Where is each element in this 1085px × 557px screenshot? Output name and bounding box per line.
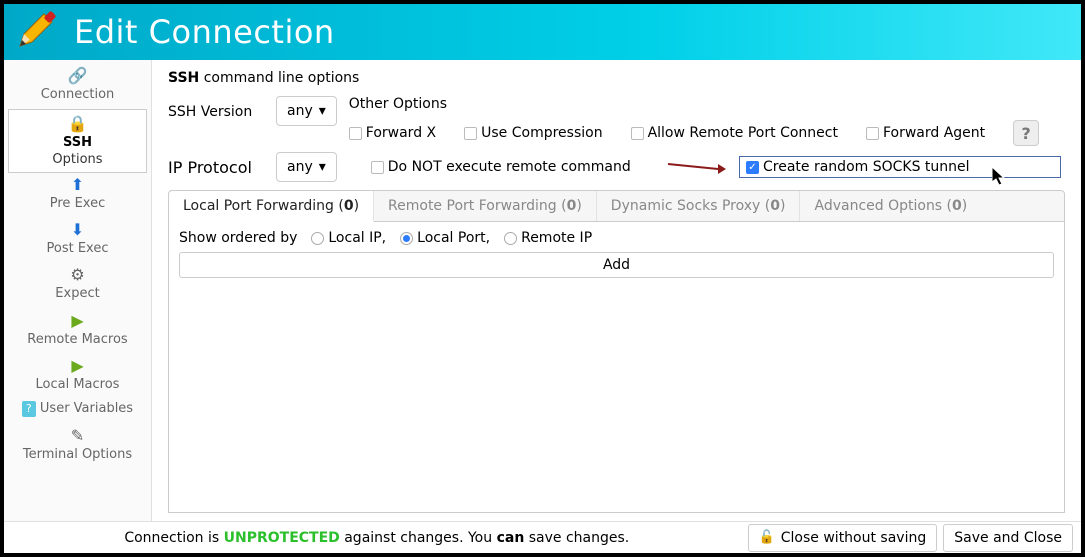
pencil-icon bbox=[16, 10, 56, 54]
window-title: Edit Connection bbox=[74, 13, 335, 51]
forward-agent-checkbox[interactable]: Forward Agent bbox=[866, 125, 985, 141]
ip-protocol-dropdown[interactable]: any ▾ bbox=[276, 152, 337, 182]
status-text: Connection is UNPROTECTED against change… bbox=[12, 530, 742, 546]
sidebar-item-user-variables[interactable]: ? User Variables bbox=[4, 399, 151, 424]
lock-icon: 🔒 bbox=[11, 114, 144, 134]
sidebar-item-post-exec[interactable]: ⬇ Post Exec bbox=[4, 218, 151, 263]
sidebar-item-connection[interactable]: 🔗 Connection bbox=[4, 64, 151, 109]
sidebar-item-label: Local Macros bbox=[36, 377, 120, 392]
up-icon: ⬆ bbox=[8, 175, 147, 195]
no-exec-checkbox[interactable]: Do NOT execute remote command bbox=[371, 159, 631, 175]
orderby-remote-ip[interactable]: Remote IP bbox=[504, 230, 592, 246]
play-icon: ▶ bbox=[8, 311, 147, 331]
save-and-close-button[interactable]: Save and Close bbox=[943, 524, 1073, 552]
sidebar-item-label: Connection bbox=[41, 87, 115, 102]
gears-icon: ⚙ bbox=[8, 265, 147, 285]
play-icon: ▶ bbox=[8, 356, 147, 376]
tab-advanced-options[interactable]: Advanced Options (0) bbox=[800, 191, 981, 221]
sidebar-item-expect[interactable]: ⚙ Expect bbox=[4, 263, 151, 308]
sidebar-item-sublabel: Options bbox=[52, 152, 102, 167]
ssh-version-label: SSH Version bbox=[168, 96, 264, 120]
add-button[interactable]: Add bbox=[179, 252, 1054, 278]
ssh-version-dropdown[interactable]: any ▾ bbox=[276, 96, 337, 126]
other-options-label: Other Options bbox=[349, 96, 1065, 112]
sidebar-item-ssh-options[interactable]: 🔒 SSH Options bbox=[8, 109, 147, 173]
tab-local-port-forwarding[interactable]: Local Port Forwarding (0) bbox=[169, 191, 374, 222]
sidebar-item-remote-macros[interactable]: ▶ Remote Macros bbox=[4, 309, 151, 354]
sidebar-item-label: User Variables bbox=[40, 401, 133, 416]
edit-connection-window: Edit Connection 🔗 Connection 🔒 SSH Optio… bbox=[3, 3, 1082, 554]
chevron-down-icon: ▾ bbox=[319, 159, 326, 175]
orderby-local-port[interactable]: Local Port, bbox=[400, 230, 490, 246]
cursor-icon bbox=[992, 167, 1008, 187]
link-icon: 🔗 bbox=[8, 66, 147, 86]
unlock-icon: 🔓 bbox=[759, 530, 775, 545]
titlebar: Edit Connection bbox=[4, 4, 1081, 60]
allow-remote-checkbox[interactable]: Allow Remote Port Connect bbox=[631, 125, 838, 141]
tab-dynamic-socks[interactable]: Dynamic Socks Proxy (0) bbox=[597, 191, 801, 221]
sidebar-item-label: Remote Macros bbox=[27, 332, 127, 347]
footer: Connection is UNPROTECTED against change… bbox=[4, 521, 1081, 553]
sidebar-item-local-macros[interactable]: ▶ Local Macros bbox=[4, 354, 151, 399]
forward-x-checkbox[interactable]: Forward X bbox=[349, 125, 436, 141]
help-button[interactable]: ? bbox=[1013, 120, 1039, 146]
sidebar-item-terminal-options[interactable]: ✎ Terminal Options bbox=[4, 424, 151, 469]
ip-protocol-label: IP Protocol bbox=[168, 158, 264, 177]
sidebar-item-label: Terminal Options bbox=[23, 447, 132, 462]
orderby-label: Show ordered by bbox=[179, 230, 297, 246]
annotation-arrow-icon bbox=[666, 160, 726, 178]
use-compression-checkbox[interactable]: Use Compression bbox=[464, 125, 602, 141]
socks-tunnel-highlight: ✓Create random SOCKS tunnel bbox=[739, 156, 1061, 178]
port-forwarding-tabs: Local Port Forwarding (0) Remote Port Fo… bbox=[168, 190, 1065, 222]
sidebar-item-label: Post Exec bbox=[47, 241, 109, 256]
orderby-local-ip[interactable]: Local IP, bbox=[311, 230, 386, 246]
down-icon: ⬇ bbox=[8, 220, 147, 240]
sidebar-item-pre-exec[interactable]: ⬆ Pre Exec bbox=[4, 173, 151, 218]
tab-body: Show ordered by Local IP, Local Port, Re… bbox=[168, 222, 1065, 513]
sidebar-item-label: Expect bbox=[55, 286, 99, 301]
sidebar-item-label: Pre Exec bbox=[50, 196, 105, 211]
terminal-icon: ✎ bbox=[8, 426, 147, 446]
tab-remote-port-forwarding[interactable]: Remote Port Forwarding (0) bbox=[374, 191, 597, 221]
section-title: SSH command line options bbox=[168, 70, 1065, 86]
socks-tunnel-checkbox[interactable]: ✓Create random SOCKS tunnel bbox=[746, 159, 970, 175]
sidebar-item-label: SSH bbox=[11, 135, 144, 151]
main-panel: SSH command line options SSH Version any… bbox=[152, 60, 1081, 521]
question-icon: ? bbox=[1022, 124, 1031, 143]
question-icon: ? bbox=[22, 401, 36, 417]
sidebar: 🔗 Connection 🔒 SSH Options ⬆ Pre Exec ⬇ … bbox=[4, 60, 152, 521]
chevron-down-icon: ▾ bbox=[319, 103, 326, 119]
close-without-saving-button[interactable]: 🔓 Close without saving bbox=[748, 524, 938, 552]
